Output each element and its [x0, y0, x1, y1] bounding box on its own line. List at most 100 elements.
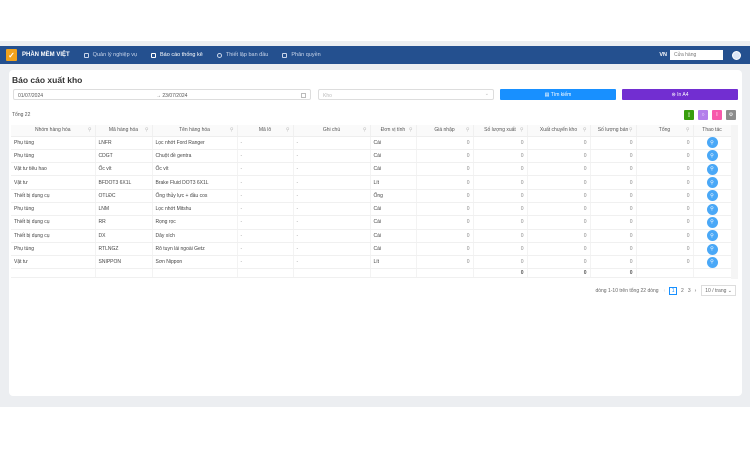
column-search-icon[interactable]: ⚲ [466, 127, 470, 133]
page-size-select[interactable]: 10 / trang ⌄ [701, 285, 736, 296]
column-header[interactable]: Số lượng xuất ⚲ [473, 125, 528, 137]
nav-label: Quản lý nghiệp vụ [92, 52, 138, 58]
store-select[interactable]: Cửa hàng [670, 50, 723, 60]
table-cell: 0 [473, 242, 528, 257]
view-detail-icon[interactable]: ⚲ [706, 137, 718, 149]
date-to[interactable]: 23/07/2024 [162, 93, 187, 99]
column-header[interactable]: Số lượng bán ⚲ [590, 125, 637, 137]
settings-icon[interactable]: ⚙ [726, 110, 736, 120]
date-separator: → 23/07/2024 [156, 92, 188, 99]
action-cell: ⚲ [693, 229, 732, 243]
table-cell: Chuột đề gentra [152, 149, 238, 164]
view-detail-icon[interactable]: ⚲ [706, 190, 718, 202]
view-detail-icon[interactable]: ⚲ [706, 163, 718, 175]
view-detail-icon[interactable]: ⚲ [706, 150, 718, 162]
table-cell: Thiết bị dụng cụ [11, 189, 96, 203]
column-search-icon[interactable]: ⚲ [230, 127, 234, 133]
table-cell: Sơn Nippon [152, 255, 238, 270]
kho-select[interactable]: Kho ⌄ [318, 89, 494, 100]
table-cell: Vật tư [11, 255, 96, 270]
summary-cell [416, 268, 474, 279]
table-cell: - [237, 149, 294, 164]
table-cell: 0 [590, 242, 637, 257]
table-cell: 0 [416, 242, 474, 257]
column-search-icon[interactable]: ⚲ [583, 127, 587, 133]
search-button[interactable]: ▤ Tìm kiếm [500, 89, 616, 100]
column-search-icon[interactable]: ⚲ [520, 127, 524, 133]
column-search-icon[interactable]: ⚲ [629, 127, 633, 133]
view-detail-icon[interactable]: ⚲ [706, 216, 718, 228]
view-detail-icon[interactable]: ⚲ [706, 177, 718, 189]
table-row: Phụ tùng RTLNGZ Rô tuyn lái ngoài Getz - - Cá… [11, 242, 732, 257]
summary-cell [95, 268, 153, 279]
table-cell: 0 [590, 215, 637, 230]
column-search-icon[interactable]: ⚲ [409, 127, 413, 133]
table-scrollbar[interactable] [731, 125, 738, 279]
column-search-icon[interactable]: ⚲ [686, 127, 690, 133]
table-row: Vật tư SNIPPON Sơn Nippon - - Lít 0 0 0 0 0 ⚲ [11, 255, 732, 270]
table-cell: - [293, 136, 371, 150]
summary-cell [370, 268, 417, 279]
date-from[interactable]: 01/07/2024 [18, 93, 43, 99]
table-cell: 0 [527, 242, 591, 257]
nav-item-phan-quyen[interactable]: Phân quyền [282, 52, 321, 58]
column-search-icon[interactable]: ⚲ [286, 127, 290, 133]
excel-export-icon[interactable]: ▯ [684, 110, 694, 120]
page-3[interactable]: 3 [688, 288, 691, 294]
date-range-picker[interactable]: 01/07/2024 → 23/07/2024 [13, 89, 311, 100]
prev-page-icon[interactable]: ‹ [664, 288, 666, 294]
column-header[interactable]: Tên hàng hóa ⚲ [152, 125, 238, 137]
nav-item-bao-cao[interactable]: Báo cáo thống kê [151, 52, 203, 58]
table-row: Vật tư BFDOT3 6X1L Brake Fluid DOT3 6X1L - -… [11, 175, 732, 190]
column-header-label: Giá nhập [434, 127, 455, 134]
user-avatar-icon[interactable] [732, 50, 741, 60]
nav-label: Báo cáo thống kê [160, 52, 203, 58]
column-search-icon[interactable]: ⚲ [363, 127, 367, 133]
logo-icon[interactable]: ✓ [6, 49, 17, 61]
summary-row: 000 [11, 268, 732, 279]
column-search-icon[interactable]: ⚲ [145, 127, 149, 133]
table-cell: Phụ tùng [11, 149, 96, 164]
column-header[interactable]: Xuất chuyển kho ⚲ [527, 125, 591, 137]
column-header[interactable]: Nhóm hàng hóa ⚲ [11, 125, 96, 137]
next-page-icon[interactable]: › [695, 288, 697, 294]
brand-name[interactable]: PHẦN MỀM VIỆT [22, 52, 70, 58]
column-header[interactable]: Ghi chú ⚲ [293, 125, 371, 137]
table-cell: Rô tuyn lái ngoài Getz [152, 242, 238, 257]
refresh-icon[interactable]: ○ [698, 110, 708, 120]
table-cell: 0 [590, 175, 637, 190]
print-button[interactable]: ⊜ In A4 [622, 89, 738, 100]
page-1[interactable]: 1 [669, 286, 678, 295]
column-icon[interactable]: I [712, 110, 722, 120]
nav-label: Thiết lập ban đầu [225, 52, 269, 58]
page-2[interactable]: 2 [681, 288, 684, 294]
table-cell: 0 [636, 215, 694, 230]
table-cell: Cái [370, 215, 417, 230]
chart-icon [151, 52, 157, 58]
column-header[interactable]: Tổng ⚲ [636, 125, 694, 137]
table-row: Phụ tùng CDGT Chuột đề gentra - - Cái 0 0 0 0 0 ⚲ [11, 149, 732, 164]
table-cell: Cái [370, 202, 417, 217]
table-cell: 0 [636, 189, 694, 203]
summary-cell [237, 268, 294, 279]
view-detail-icon[interactable]: ⚲ [706, 203, 718, 215]
table-cell: 0 [590, 162, 637, 177]
language-switch[interactable]: VN [659, 52, 667, 58]
view-detail-icon[interactable]: ⚲ [706, 230, 718, 242]
column-search-icon[interactable]: ⚲ [88, 127, 92, 133]
view-detail-icon[interactable]: ⚲ [706, 256, 718, 268]
table-cell: 0 [416, 255, 474, 270]
top-nav: ✓ PHẦN MỀM VIỆT Quản lý nghiệp vụ Báo cá… [0, 46, 750, 64]
nav-item-thiet-lap[interactable]: Thiết lập ban đầu [216, 52, 269, 58]
column-header[interactable]: Đơn vị tính ⚲ [370, 125, 417, 137]
summary-cell [693, 268, 732, 279]
view-detail-icon[interactable]: ⚲ [706, 243, 718, 255]
column-header[interactable]: Thao tác [693, 125, 732, 137]
column-header[interactable]: Giá nhập ⚲ [416, 125, 474, 137]
column-header[interactable]: Mã hàng hóa ⚲ [95, 125, 153, 137]
column-header-label: Nhóm hàng hóa [34, 127, 71, 134]
nav-item-quan-ly[interactable]: Quản lý nghiệp vụ [83, 52, 138, 58]
column-header[interactable]: Mã lô ⚲ [237, 125, 294, 137]
table-cell: - [237, 229, 294, 243]
table-cell: Lít [370, 255, 417, 270]
